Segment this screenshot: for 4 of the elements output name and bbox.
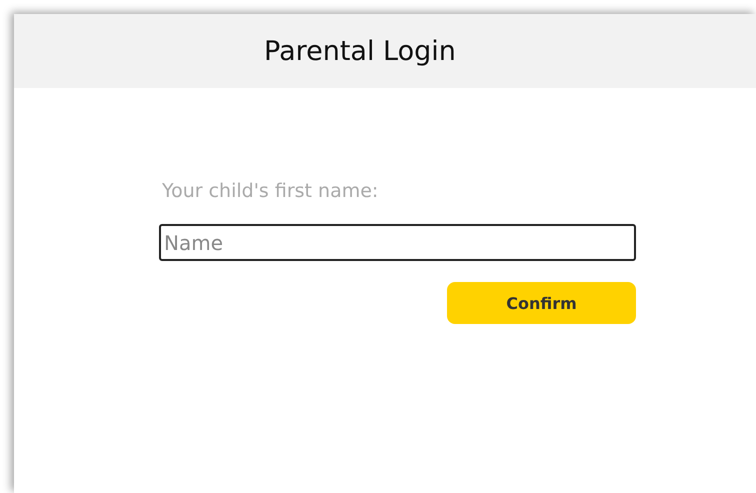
field-label: Your child's first name: <box>162 180 380 202</box>
window-title: Parental Login <box>264 36 456 66</box>
name-field[interactable]: Name <box>159 224 636 261</box>
confirm-button[interactable]: Confirm <box>447 282 636 324</box>
